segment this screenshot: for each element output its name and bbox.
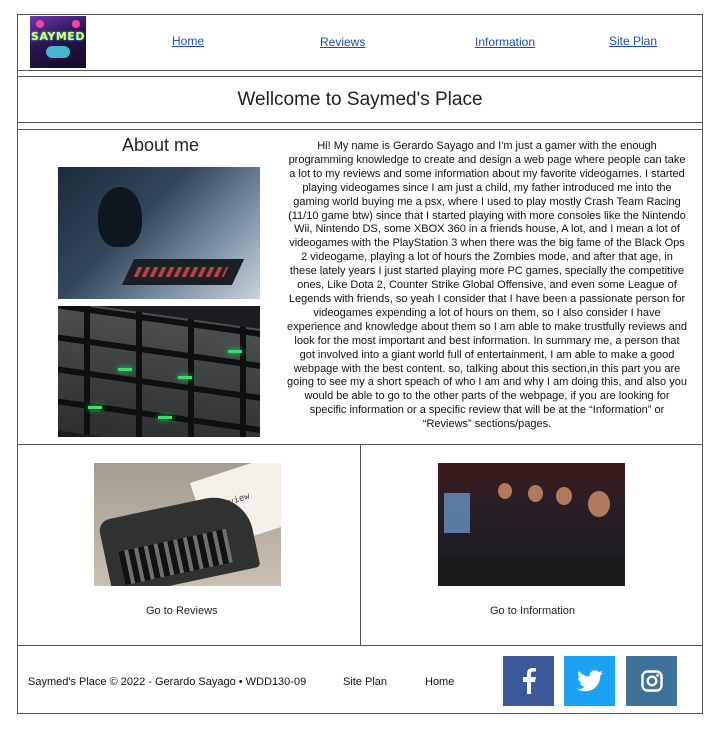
facebook-icon[interactable] xyxy=(503,656,554,706)
instagram-icon[interactable] xyxy=(626,656,677,706)
key-glow xyxy=(178,376,192,379)
nav-information-link[interactable]: Information xyxy=(475,35,535,49)
gamer-silhouette xyxy=(98,187,142,247)
keyboard-shape xyxy=(121,259,245,285)
nav-home-link[interactable]: Home xyxy=(172,34,204,48)
about-paragraph: Hi! My name is Gerardo Sayago and I'm ju… xyxy=(287,140,687,431)
green-backlit-keyboard-photo xyxy=(58,306,260,437)
key-glow xyxy=(88,406,102,409)
welcome-title: Wellcome to Saymed's Place xyxy=(17,76,703,123)
person-head xyxy=(556,487,572,505)
site-logo[interactable]: SAYMED xyxy=(30,16,86,68)
typewriter-body xyxy=(97,490,261,586)
key-glow xyxy=(118,368,132,371)
footer-home-link[interactable]: Home xyxy=(425,676,454,688)
cards-divider xyxy=(360,444,361,646)
gamer-with-headset-photo xyxy=(58,167,260,299)
logo-dot-left xyxy=(36,20,44,28)
nav-reviews-link[interactable]: Reviews xyxy=(320,35,365,49)
about-title: About me xyxy=(122,135,200,155)
footer-copyright: Saymed's Place © 2022 - Gerardo Sayago •… xyxy=(28,676,307,688)
logo-dot-right xyxy=(72,20,80,28)
person-head xyxy=(528,485,543,502)
about-section: About me Hi! My name is Gerardo Sayago a… xyxy=(17,129,703,445)
footer-site-plan-link[interactable]: Site Plan xyxy=(343,676,387,688)
gamers-at-pcs-photo[interactable] xyxy=(438,463,625,586)
nav-site-plan-link[interactable]: Site Plan xyxy=(609,34,657,48)
desk-shape xyxy=(438,555,625,586)
logo-text: SAYMED xyxy=(31,30,85,43)
gamepad-icon xyxy=(46,46,70,58)
key-glow xyxy=(158,416,172,419)
key-glow xyxy=(228,350,242,353)
header-nav: SAYMED Home Reviews Information Site Pla… xyxy=(17,14,703,71)
go-to-reviews-link[interactable]: Go to Reviews xyxy=(146,605,218,617)
go-to-information-link[interactable]: Go to Information xyxy=(490,605,575,617)
person-head xyxy=(498,483,512,499)
footer: Saymed's Place © 2022 - Gerardo Sayago •… xyxy=(17,646,703,714)
person-head xyxy=(588,491,610,517)
typewriter-photo[interactable]: Review xyxy=(94,463,281,586)
twitter-icon[interactable] xyxy=(564,656,615,706)
monitor-shape xyxy=(444,493,470,533)
